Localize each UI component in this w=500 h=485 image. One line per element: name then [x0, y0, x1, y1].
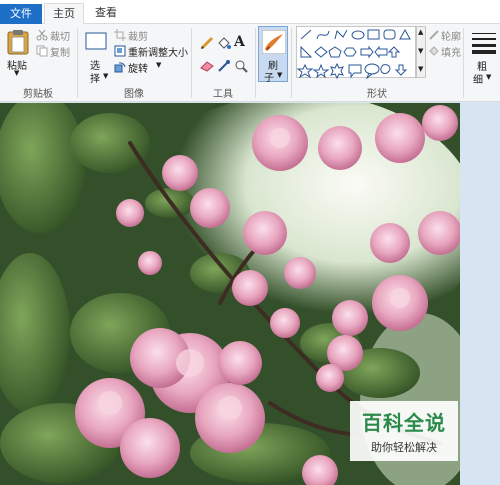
- rotate-dropdown-icon: ▼: [156, 61, 162, 69]
- magnifier-icon[interactable]: [234, 59, 248, 73]
- fill-bucket-icon[interactable]: [217, 36, 231, 50]
- crop-icon: [114, 29, 126, 41]
- rotate-label: 旋转: [128, 64, 148, 75]
- pencil-icon[interactable]: [200, 36, 214, 50]
- clipboard-group-label: 剪贴板: [23, 89, 53, 100]
- brush-icon: [262, 30, 286, 54]
- ribbon: 粘贴 ▼ 裁切 复制 剪贴板 选 择 ▼ 裁剪 重新调整大小 旋转 ▼ 图像 A…: [0, 24, 500, 102]
- watermark-title: 百科全说: [362, 411, 446, 435]
- brush-button[interactable]: 刷 子 ▼: [258, 26, 288, 84]
- tools-group-label: 工具: [213, 89, 233, 100]
- size-group: 粗 细 ▼: [464, 24, 500, 102]
- image-group: 选 择 ▼ 裁剪 重新调整大小 旋转 ▼ 图像: [78, 24, 190, 102]
- clipboard-group: 粘贴 ▼ 裁切 复制 剪贴板: [0, 24, 76, 102]
- canvas-workspace: 百科全说 助你轻松解决: [0, 103, 500, 485]
- watermark-subtitle: 助你轻松解决: [371, 441, 437, 454]
- brush-group: 刷 子 ▼: [256, 24, 290, 102]
- crop-button[interactable]: 裁剪: [114, 28, 186, 43]
- resize-button[interactable]: 重新调整大小: [114, 44, 190, 59]
- crop-label: 裁剪: [128, 32, 148, 43]
- resize-icon: [114, 45, 126, 57]
- tab-file[interactable]: 文件: [0, 4, 42, 24]
- text-tool-icon[interactable]: A: [234, 34, 245, 50]
- tab-view[interactable]: 查看: [86, 3, 126, 24]
- scroll-more-icon: ▼: [418, 65, 424, 73]
- fill-button[interactable]: 填充: [428, 44, 462, 59]
- color-picker-icon[interactable]: [217, 59, 231, 73]
- line-size-icon: [472, 33, 496, 54]
- ribbon-tabbar: 文件 主页 查看: [0, 0, 500, 25]
- paste-button[interactable]: 粘贴 ▼: [2, 26, 34, 82]
- select-label-2: 择: [90, 74, 100, 85]
- rotate-icon: [114, 62, 126, 73]
- outline-icon: [429, 30, 439, 40]
- copy-icon: [36, 45, 48, 57]
- select-rectangle-icon: [85, 32, 107, 50]
- brush-dropdown-icon: ▼: [277, 71, 283, 79]
- paste-dropdown-icon: ▼: [14, 69, 20, 77]
- size-label-2: 细: [473, 75, 483, 86]
- cut-button[interactable]: 裁切: [36, 28, 74, 43]
- size-button[interactable]: 粗 细 ▼: [468, 28, 498, 86]
- scissors-icon: [36, 29, 48, 41]
- cut-label: 裁切: [50, 32, 70, 43]
- tools-group: A 工具: [192, 24, 254, 102]
- image-group-label: 图像: [124, 89, 144, 100]
- shapes-gallery[interactable]: [296, 26, 416, 80]
- scroll-down-icon: ▼: [418, 47, 424, 55]
- eraser-icon[interactable]: [200, 60, 214, 72]
- shapes-group: ▲ ▼ ▼ 轮廓 填充 形状: [292, 24, 462, 102]
- copy-label: 复制: [50, 48, 70, 59]
- select-button[interactable]: 选 择 ▼: [82, 28, 110, 85]
- size-dropdown-icon: ▼: [486, 73, 492, 81]
- select-dropdown-icon: ▼: [103, 72, 109, 80]
- resize-label: 重新调整大小: [128, 48, 188, 59]
- outline-button[interactable]: 轮廓: [428, 28, 462, 43]
- clipboard-icon: [7, 30, 29, 55]
- shapes-group-label: 形状: [367, 89, 387, 100]
- copy-button[interactable]: 复制: [36, 44, 74, 59]
- fill-icon: [429, 46, 439, 56]
- scroll-up-icon: ▲: [418, 28, 424, 36]
- tab-home[interactable]: 主页: [44, 3, 84, 25]
- watermark-logo: 百科全说 助你轻松解决: [350, 401, 458, 461]
- shapes-gallery-icon: [296, 28, 411, 80]
- shapes-scroll[interactable]: ▲ ▼ ▼: [416, 26, 426, 78]
- fill-label: 填充: [441, 48, 461, 59]
- rotate-button[interactable]: 旋转 ▼: [114, 60, 174, 75]
- brush-label-2: 子: [264, 73, 274, 84]
- outline-label: 轮廓: [441, 32, 461, 43]
